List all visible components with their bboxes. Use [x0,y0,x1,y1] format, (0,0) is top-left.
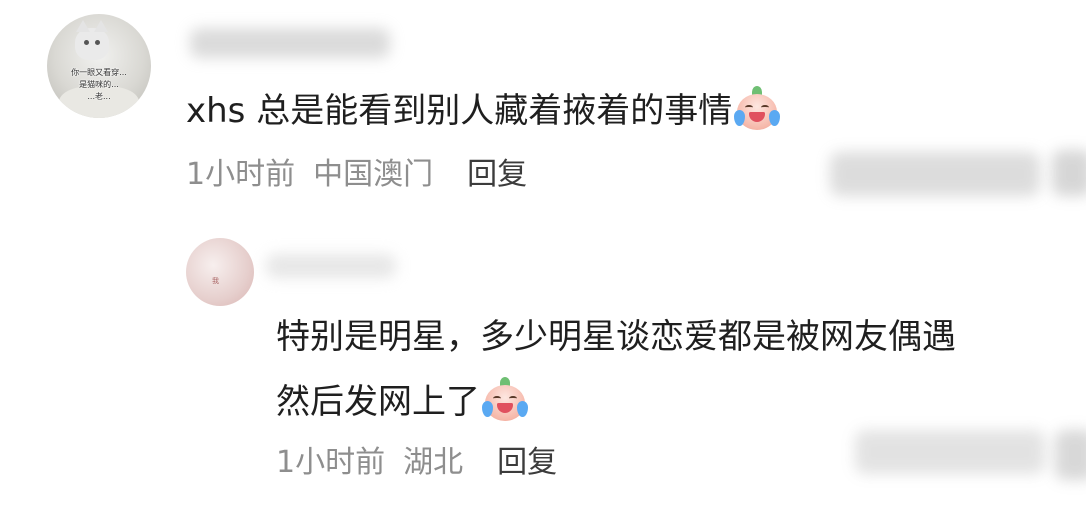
reply-location: 湖北 [403,445,464,480]
reply-time: 1小时前 [276,445,386,480]
comment-text: xhs 总是能看到别人藏着掖着的事情 [186,86,781,135]
comment-meta: 1小时前 中国澳门 回复 [186,155,527,195]
blurred-like-area[interactable] [855,430,1045,474]
crying-laughing-peach-icon [482,377,528,421]
reply-text-line: 然后发网上了 [276,377,528,426]
avatar-caption-line: 是猫咪的... [79,80,119,89]
blurred-action-icon[interactable] [1052,150,1086,196]
blurred-action-icon[interactable] [1055,430,1086,480]
cat-body-shape [59,86,139,118]
blurred-username[interactable] [266,254,396,278]
blurred-username[interactable] [190,28,390,58]
avatar-caption: 我 [212,277,219,285]
cat-photo-icon [75,20,109,60]
reply-meta: 1小时前 湖北 回复 [276,443,557,483]
blurred-like-area[interactable] [830,152,1040,196]
comment-location: 中国澳门 [313,157,434,192]
reply-text-line: 特别是明星，多少明星谈恋爱都是被网友偶遇 [276,317,956,357]
commenter-avatar[interactable]: 你一眼又看穿... 是猫咪的... ...老... [47,14,151,118]
reply-avatar[interactable]: 我 [186,238,254,306]
crying-laughing-peach-icon [734,86,781,130]
reply-button[interactable]: 回复 [467,155,527,195]
avatar-caption-line: 你一眼又看穿... [71,68,127,77]
reply-button[interactable]: 回复 [497,443,557,483]
comment-time: 1小时前 [186,157,296,192]
comment-body: xhs 总是能看到别人藏着掖着的事情 [186,91,733,131]
avatar-caption-line: ...老... [87,92,111,101]
reply-body: 然后发网上了 [276,382,480,422]
